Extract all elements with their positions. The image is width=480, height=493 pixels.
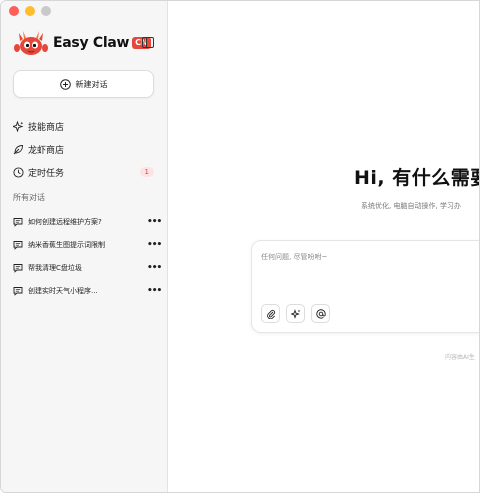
paperclip-icon bbox=[266, 309, 275, 319]
greeting-title: Hi, 有什么需要 bbox=[354, 167, 480, 189]
sidebar-nav: 技能商店 龙虾商店 定时任务 1 bbox=[13, 115, 157, 184]
nav-label: 定时任务 bbox=[28, 168, 65, 179]
main-panel: Hi, 有什么需要 系统优化, 电脑自动操作, 学习办 任何问题, 尽管吩咐~ bbox=[169, 1, 480, 492]
chat-icon bbox=[13, 217, 23, 227]
chat-composer[interactable]: 任何问题, 尽管吩咐~ bbox=[251, 240, 479, 333]
lobster-logo-icon bbox=[14, 31, 48, 55]
new-chat-button[interactable]: 新建对话 bbox=[13, 70, 154, 98]
at-icon bbox=[315, 308, 326, 319]
minimize-window-button[interactable] bbox=[25, 6, 35, 16]
chat-icon bbox=[13, 263, 23, 273]
attach-button[interactable] bbox=[261, 304, 280, 323]
conversation-item[interactable]: 帮我清理C盘垃圾 ••• bbox=[13, 256, 162, 279]
close-window-button[interactable] bbox=[9, 6, 19, 16]
more-options-icon[interactable]: ••• bbox=[147, 240, 162, 249]
app-window: Easy Claw CN 新建对话 技能商店 龙虾商店 定时任务 1 所有对话 … bbox=[0, 0, 480, 493]
sidebar-toggle-icon[interactable] bbox=[142, 37, 154, 48]
add-circle-icon bbox=[59, 78, 71, 90]
conversation-title: 纳米香蕉生图提示词限制 bbox=[28, 240, 105, 249]
app-name: Easy Claw bbox=[53, 35, 130, 51]
nav-label: 龙虾商店 bbox=[28, 145, 65, 156]
sidebar: Easy Claw CN 新建对话 技能商店 龙虾商店 定时任务 1 所有对话 … bbox=[1, 1, 168, 492]
composer-placeholder[interactable]: 任何问题, 尽管吩咐~ bbox=[261, 252, 327, 262]
sparkle-icon bbox=[13, 120, 24, 132]
conversation-item[interactable]: 如何创建远程维护方案? ••• bbox=[13, 210, 162, 233]
conversation-list: 如何创建远程维护方案? ••• 纳米香蕉生图提示词限制 ••• 帮我清理C盘垃圾… bbox=[13, 210, 162, 302]
skills-button[interactable] bbox=[286, 304, 305, 323]
composer-toolbar bbox=[261, 304, 330, 323]
brand: Easy Claw CN bbox=[13, 29, 151, 57]
chat-icon bbox=[13, 240, 23, 250]
nav-item-skill-store[interactable]: 技能商店 bbox=[13, 115, 157, 137]
window-controls bbox=[9, 6, 51, 16]
section-title: 所有对话 bbox=[13, 193, 45, 202]
conversation-item[interactable]: 纳米香蕉生图提示词限制 ••• bbox=[13, 233, 162, 256]
conversation-title: 如何创建远程维护方案? bbox=[28, 217, 102, 226]
mention-button[interactable] bbox=[311, 304, 330, 323]
more-options-icon[interactable]: ••• bbox=[147, 217, 162, 226]
more-options-icon[interactable]: ••• bbox=[147, 286, 162, 295]
nav-item-scheduled-tasks[interactable]: 定时任务 1 bbox=[13, 161, 157, 183]
conversation-title: 帮我清理C盘垃圾 bbox=[28, 263, 82, 272]
conversation-item[interactable]: 创建实时天气小程序... ••• bbox=[13, 279, 162, 302]
chat-icon bbox=[13, 286, 23, 296]
new-chat-label: 新建对话 bbox=[75, 79, 108, 89]
nav-item-lobster-store[interactable]: 龙虾商店 bbox=[13, 138, 157, 160]
sparkle-icon bbox=[290, 308, 300, 319]
leaf-icon bbox=[13, 144, 23, 154]
maximize-window-button[interactable] bbox=[41, 6, 51, 16]
more-options-icon[interactable]: ••• bbox=[147, 263, 162, 272]
clock-icon bbox=[13, 166, 24, 178]
ai-disclaimer: 内容由AI生 bbox=[445, 354, 475, 361]
greeting-subtitle: 系统优化, 电脑自动操作, 学习办 bbox=[361, 202, 461, 210]
conversation-title: 创建实时天气小程序... bbox=[28, 286, 98, 295]
task-count-badge: 1 bbox=[139, 167, 154, 177]
nav-label: 技能商店 bbox=[28, 122, 65, 133]
